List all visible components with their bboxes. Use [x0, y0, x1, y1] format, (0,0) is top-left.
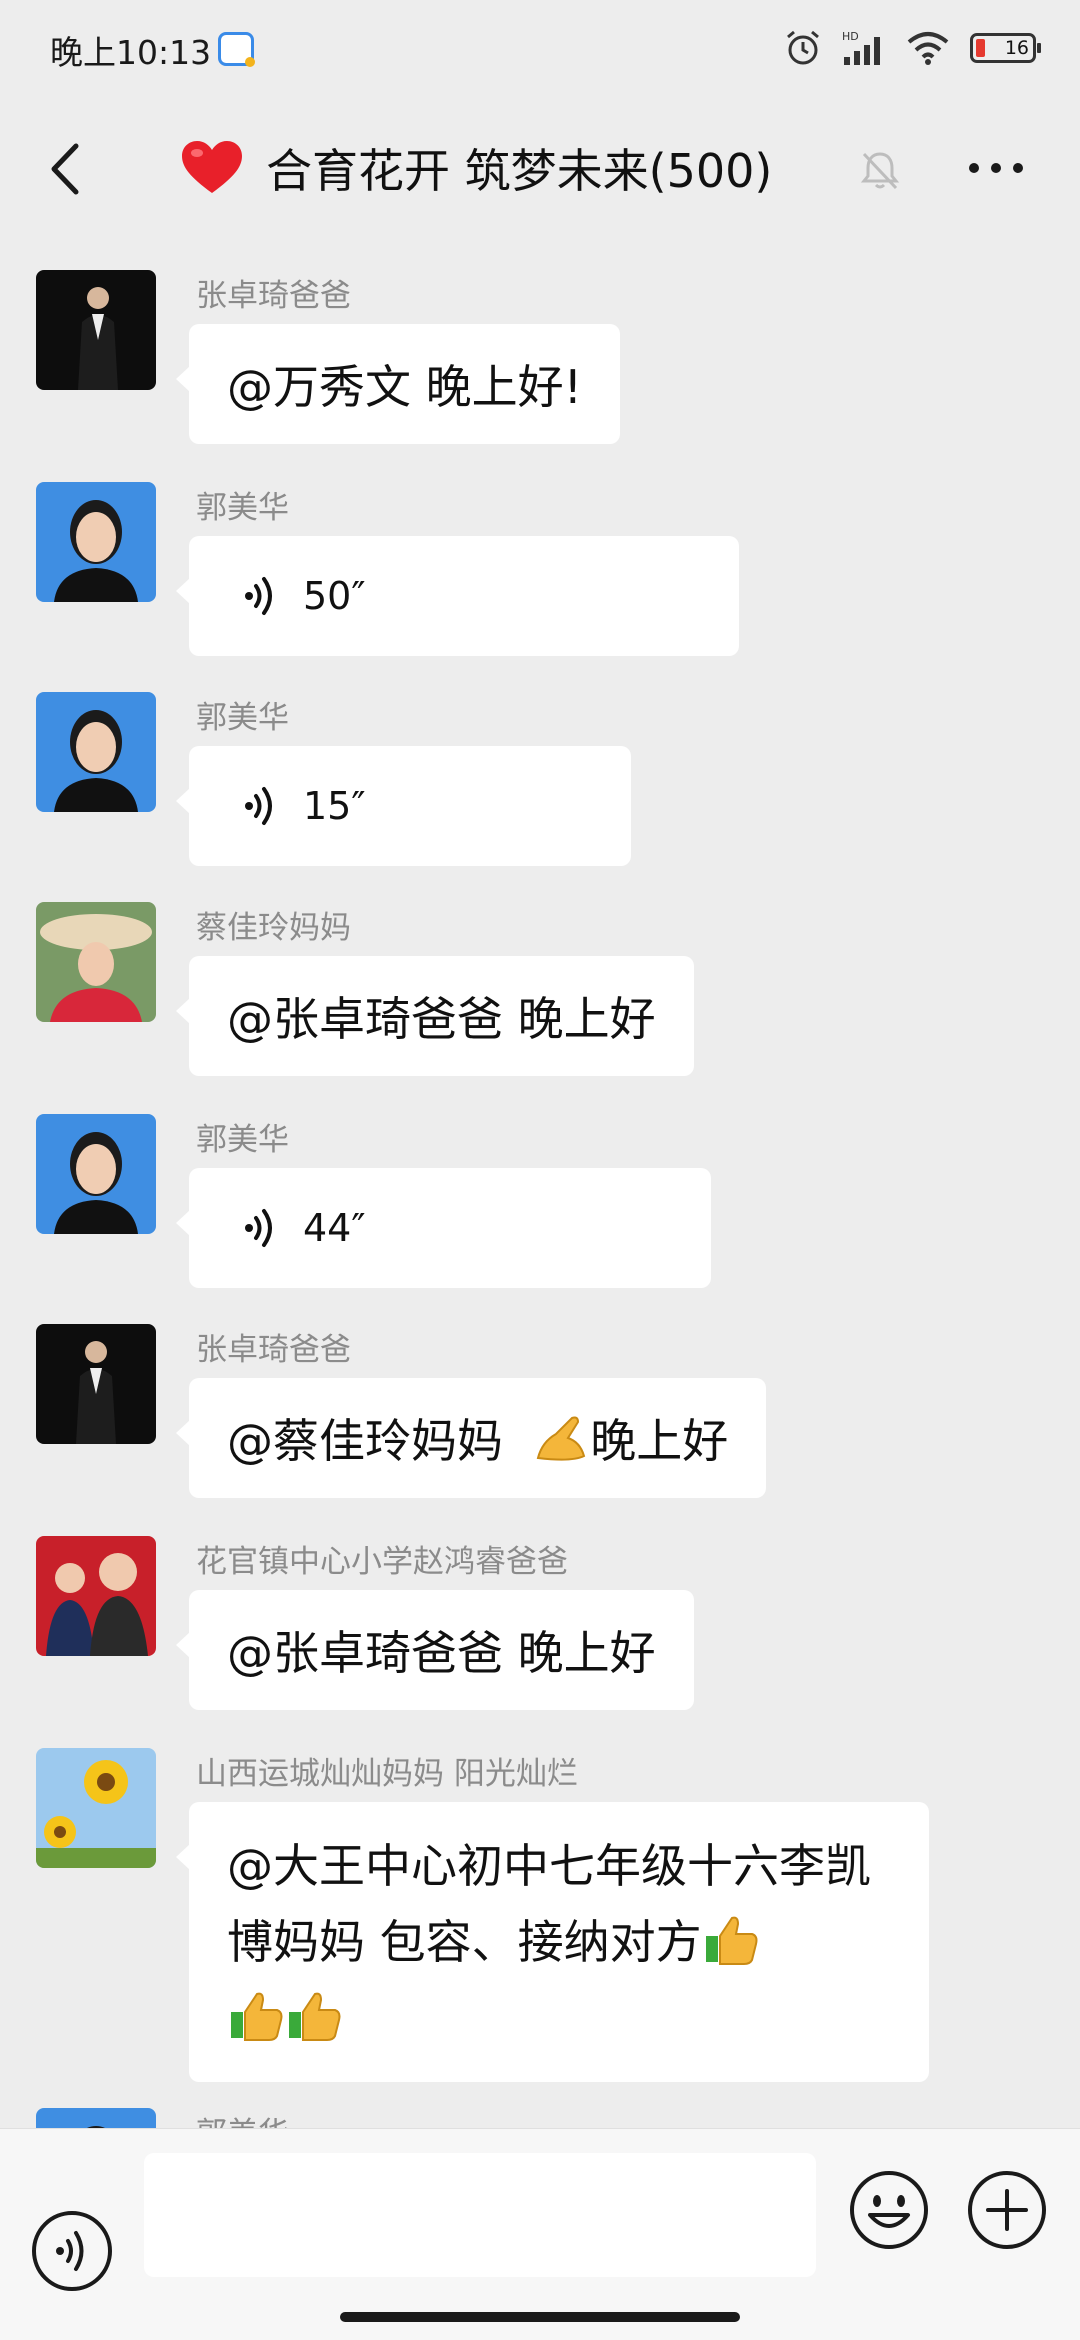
- plus-circle-icon[interactable]: [966, 2169, 1048, 2251]
- heart-icon: [182, 141, 242, 193]
- voice-icon: [245, 577, 272, 615]
- message-bubble[interactable]: @大王中心初中七年级十六李凯博妈妈 包容、接纳对方: [176, 1802, 929, 2082]
- voice-duration: 44″: [303, 1206, 366, 1250]
- avatar[interactable]: [36, 270, 156, 390]
- avatar[interactable]: [36, 1536, 156, 1656]
- status-time: 晚上10:13: [50, 33, 212, 72]
- bell-off-icon: [860, 152, 900, 190]
- avatar[interactable]: [36, 1114, 156, 1234]
- message-text: @蔡佳玲妈妈: [227, 1414, 533, 1468]
- voice-message-bubble[interactable]: 15″: [176, 746, 631, 866]
- sender-name: 花官镇中心小学赵鸿睿爸爸: [196, 1544, 568, 1580]
- message-text: @万秀文 晚上好!: [227, 360, 583, 414]
- avatar[interactable]: [36, 482, 156, 602]
- message-text: @张卓琦爸爸 晚上好: [227, 1626, 656, 1680]
- message-list[interactable]: 张卓琦爸爸 @万秀文 晚上好! 郭美华 50″ 郭美华 15″ 蔡佳玲妈妈 @张…: [0, 240, 1080, 2128]
- more-horizontal-icon[interactable]: [964, 146, 1028, 190]
- svg-text:HD: HD: [842, 30, 859, 43]
- message-content: @大王中心初中七年级十六李凯博妈妈 包容、接纳对方: [227, 1828, 891, 2056]
- sender-name: 山西运城灿灿妈妈 阳光灿烂: [196, 1756, 578, 1792]
- voice-icon: [245, 787, 272, 825]
- status-icons: HD 16: [784, 28, 1041, 68]
- message-text: @大王中心初中七年级十六李凯博妈妈 包容、接纳对方: [227, 1839, 871, 1969]
- wifi-icon: [907, 32, 949, 65]
- pinched-fingers-emoji-icon: [537, 1416, 586, 1461]
- message-bubble[interactable]: @万秀文 晚上好!: [175, 324, 621, 444]
- notification-app-icon: [218, 32, 255, 67]
- avatar[interactable]: [36, 1748, 156, 1868]
- home-indicator[interactable]: [340, 2312, 740, 2322]
- cellular-signal-icon: HD: [842, 30, 880, 65]
- message-bubble[interactable]: @张卓琦爸爸 晚上好: [176, 1590, 694, 1710]
- chevron-left-icon[interactable]: [40, 134, 90, 204]
- chat-title: 合育花开 筑梦未来(500): [266, 144, 773, 198]
- status-bar: 晚上10:13 HD 16: [0, 0, 1080, 100]
- avatar[interactable]: [36, 902, 156, 1022]
- input-bar: [0, 2128, 1080, 2340]
- message-bubble[interactable]: @张卓琦爸爸 晚上好: [176, 956, 694, 1076]
- message-text-suffix: 晚上好: [590, 1414, 729, 1468]
- voice-message-bubble[interactable]: 44″: [176, 1168, 711, 1288]
- voice-input-toggle-icon[interactable]: [30, 2209, 114, 2293]
- avatar[interactable]: [36, 2108, 156, 2128]
- avatar[interactable]: [36, 692, 156, 812]
- voice-icon: [245, 1209, 272, 1247]
- sender-name: 蔡佳玲妈妈: [196, 910, 351, 946]
- battery-fill: [976, 39, 985, 57]
- smile-icon[interactable]: [848, 2169, 930, 2251]
- message-bubble[interactable]: @蔡佳玲妈妈 晚上好: [175, 1378, 767, 1498]
- message-text: @张卓琦爸爸 晚上好: [227, 992, 656, 1046]
- chat-header: 合育花开 筑梦未来(500): [0, 108, 1080, 230]
- sender-name: 张卓琦爸爸: [196, 278, 351, 314]
- message-input[interactable]: [144, 2153, 816, 2277]
- alarm-icon: [787, 30, 819, 65]
- voice-duration: 15″: [303, 784, 366, 828]
- sender-name: 郭美华: [196, 2108, 289, 2128]
- thumbs-up-icon: [231, 1992, 283, 2041]
- sender-name: 郭美华: [196, 1122, 289, 1158]
- sender-name: 郭美华: [196, 700, 289, 736]
- sender-name: 郭美华: [196, 490, 289, 526]
- voice-duration: 50″: [303, 574, 366, 618]
- thumbs-up-icon: [289, 1992, 341, 2041]
- battery-level: 16: [1004, 37, 1029, 59]
- battery-icon: 16: [970, 33, 1041, 63]
- thumbs-up-icon: [705, 1916, 758, 1965]
- voice-message-bubble[interactable]: 50″: [176, 536, 739, 656]
- avatar[interactable]: [36, 1324, 156, 1444]
- sender-name: 张卓琦爸爸: [196, 1332, 351, 1368]
- chat-title-group[interactable]: 合育花开 筑梦未来(500): [180, 130, 772, 206]
